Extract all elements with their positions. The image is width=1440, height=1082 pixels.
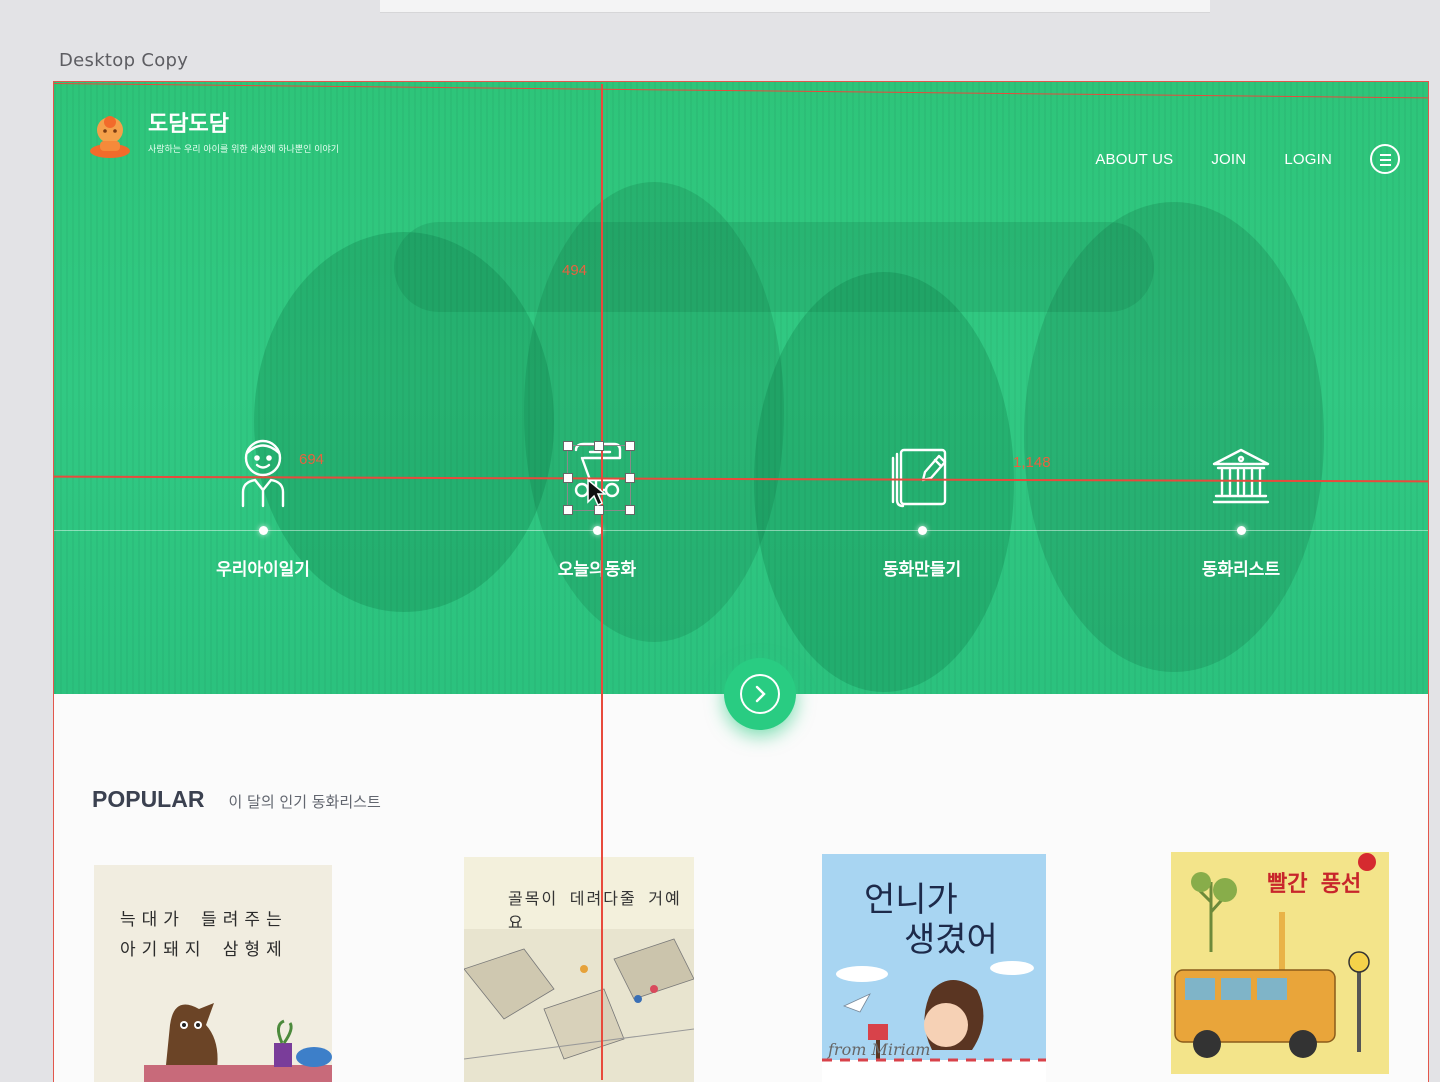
measure-top-label: 494: [562, 262, 588, 279]
artboard-label[interactable]: Desktop Copy: [59, 50, 188, 71]
feature-story-list[interactable]: 동화리스트: [1141, 436, 1341, 580]
book-cover-red-balloon[interactable]: 빨간 풍선: [1171, 852, 1389, 1074]
feature-label: 오늘의동화: [557, 560, 637, 580]
feature-label: 우리아이일기: [216, 560, 310, 580]
popular-section-header: POPULAR 이 달의 인기 동화리스트: [92, 786, 381, 813]
resize-handle[interactable]: [625, 473, 635, 483]
book-signature: from Miriam: [828, 1040, 931, 1059]
child-face-icon: [241, 439, 285, 508]
measure-left-label: 694: [299, 451, 325, 468]
logo-title: 도담도담: [148, 112, 229, 137]
wolf-illustration: [144, 1003, 332, 1082]
next-section-button[interactable]: [724, 658, 796, 730]
nav-about-us[interactable]: ABOUT US: [1095, 151, 1173, 168]
book-cover-wolf[interactable]: 늑대가 들려주는 아기돼지 삼형제: [94, 865, 332, 1082]
measure-right-label: 1,148: [1013, 454, 1051, 471]
site-logo[interactable]: 도담도담 사랑하는 우리 아이를 위한 세상에 하나뿐인 이야기: [88, 112, 339, 159]
chevron-right-icon: [740, 674, 780, 714]
resize-handle[interactable]: [563, 505, 573, 515]
bus-illustration: [1174, 853, 1376, 1058]
book-edit-icon: [891, 448, 947, 508]
resize-handle[interactable]: [563, 473, 573, 483]
alley-illustration: [464, 929, 694, 1082]
top-nav: ABOUT US JOIN LOGIN: [1095, 144, 1400, 174]
resize-handle[interactable]: [625, 441, 635, 451]
mouse-cursor-icon: [587, 478, 606, 507]
book-cover-alley[interactable]: 골목이 데려다줄 거예요: [464, 857, 694, 1082]
nav-join[interactable]: JOIN: [1211, 151, 1246, 168]
book-title-line1: 늑대가 들려주는: [120, 910, 288, 930]
vertical-guide-line[interactable]: [601, 84, 603, 1080]
girl-illustration: [822, 961, 1046, 1082]
logo-tagline: 사랑하는 우리 아이를 위한 세상에 하나뿐인 이야기: [148, 145, 340, 155]
section-title: POPULAR: [92, 786, 205, 812]
artboard[interactable]: 도담도담 사랑하는 우리 아이를 위한 세상에 하나뿐인 이야기 ABOUT U…: [53, 81, 1429, 1082]
resize-handle[interactable]: [625, 505, 635, 515]
feature-label: 동화만들기: [882, 560, 962, 580]
book-title-line2: 아기돼지 삼형제: [120, 940, 288, 960]
nav-login[interactable]: LOGIN: [1284, 151, 1332, 168]
timeline-dot: [1236, 526, 1246, 535]
book-cover-sister[interactable]: 언니가 생겼어 from Miriam: [822, 854, 1046, 1082]
feature-label: 동화리스트: [1201, 560, 1281, 580]
hero-section: 도담도담 사랑하는 우리 아이를 위한 세상에 하나뿐인 이야기 ABOUT U…: [54, 82, 1428, 694]
app-top-bar: [380, 0, 1210, 13]
feature-our-child-diary[interactable]: 우리아이일기: [163, 436, 363, 580]
section-subtitle: 이 달의 인기 동화리스트: [228, 793, 381, 811]
resize-handle[interactable]: [594, 441, 604, 451]
library-building-icon: [1212, 448, 1270, 504]
timeline-dot: [917, 526, 927, 535]
hamburger-menu-icon[interactable]: [1370, 144, 1400, 174]
mascot-logo-icon: [90, 116, 130, 158]
resize-handle[interactable]: [563, 441, 573, 451]
feature-make-story[interactable]: 동화만들기: [822, 436, 1022, 580]
timeline-dot: [258, 526, 268, 535]
